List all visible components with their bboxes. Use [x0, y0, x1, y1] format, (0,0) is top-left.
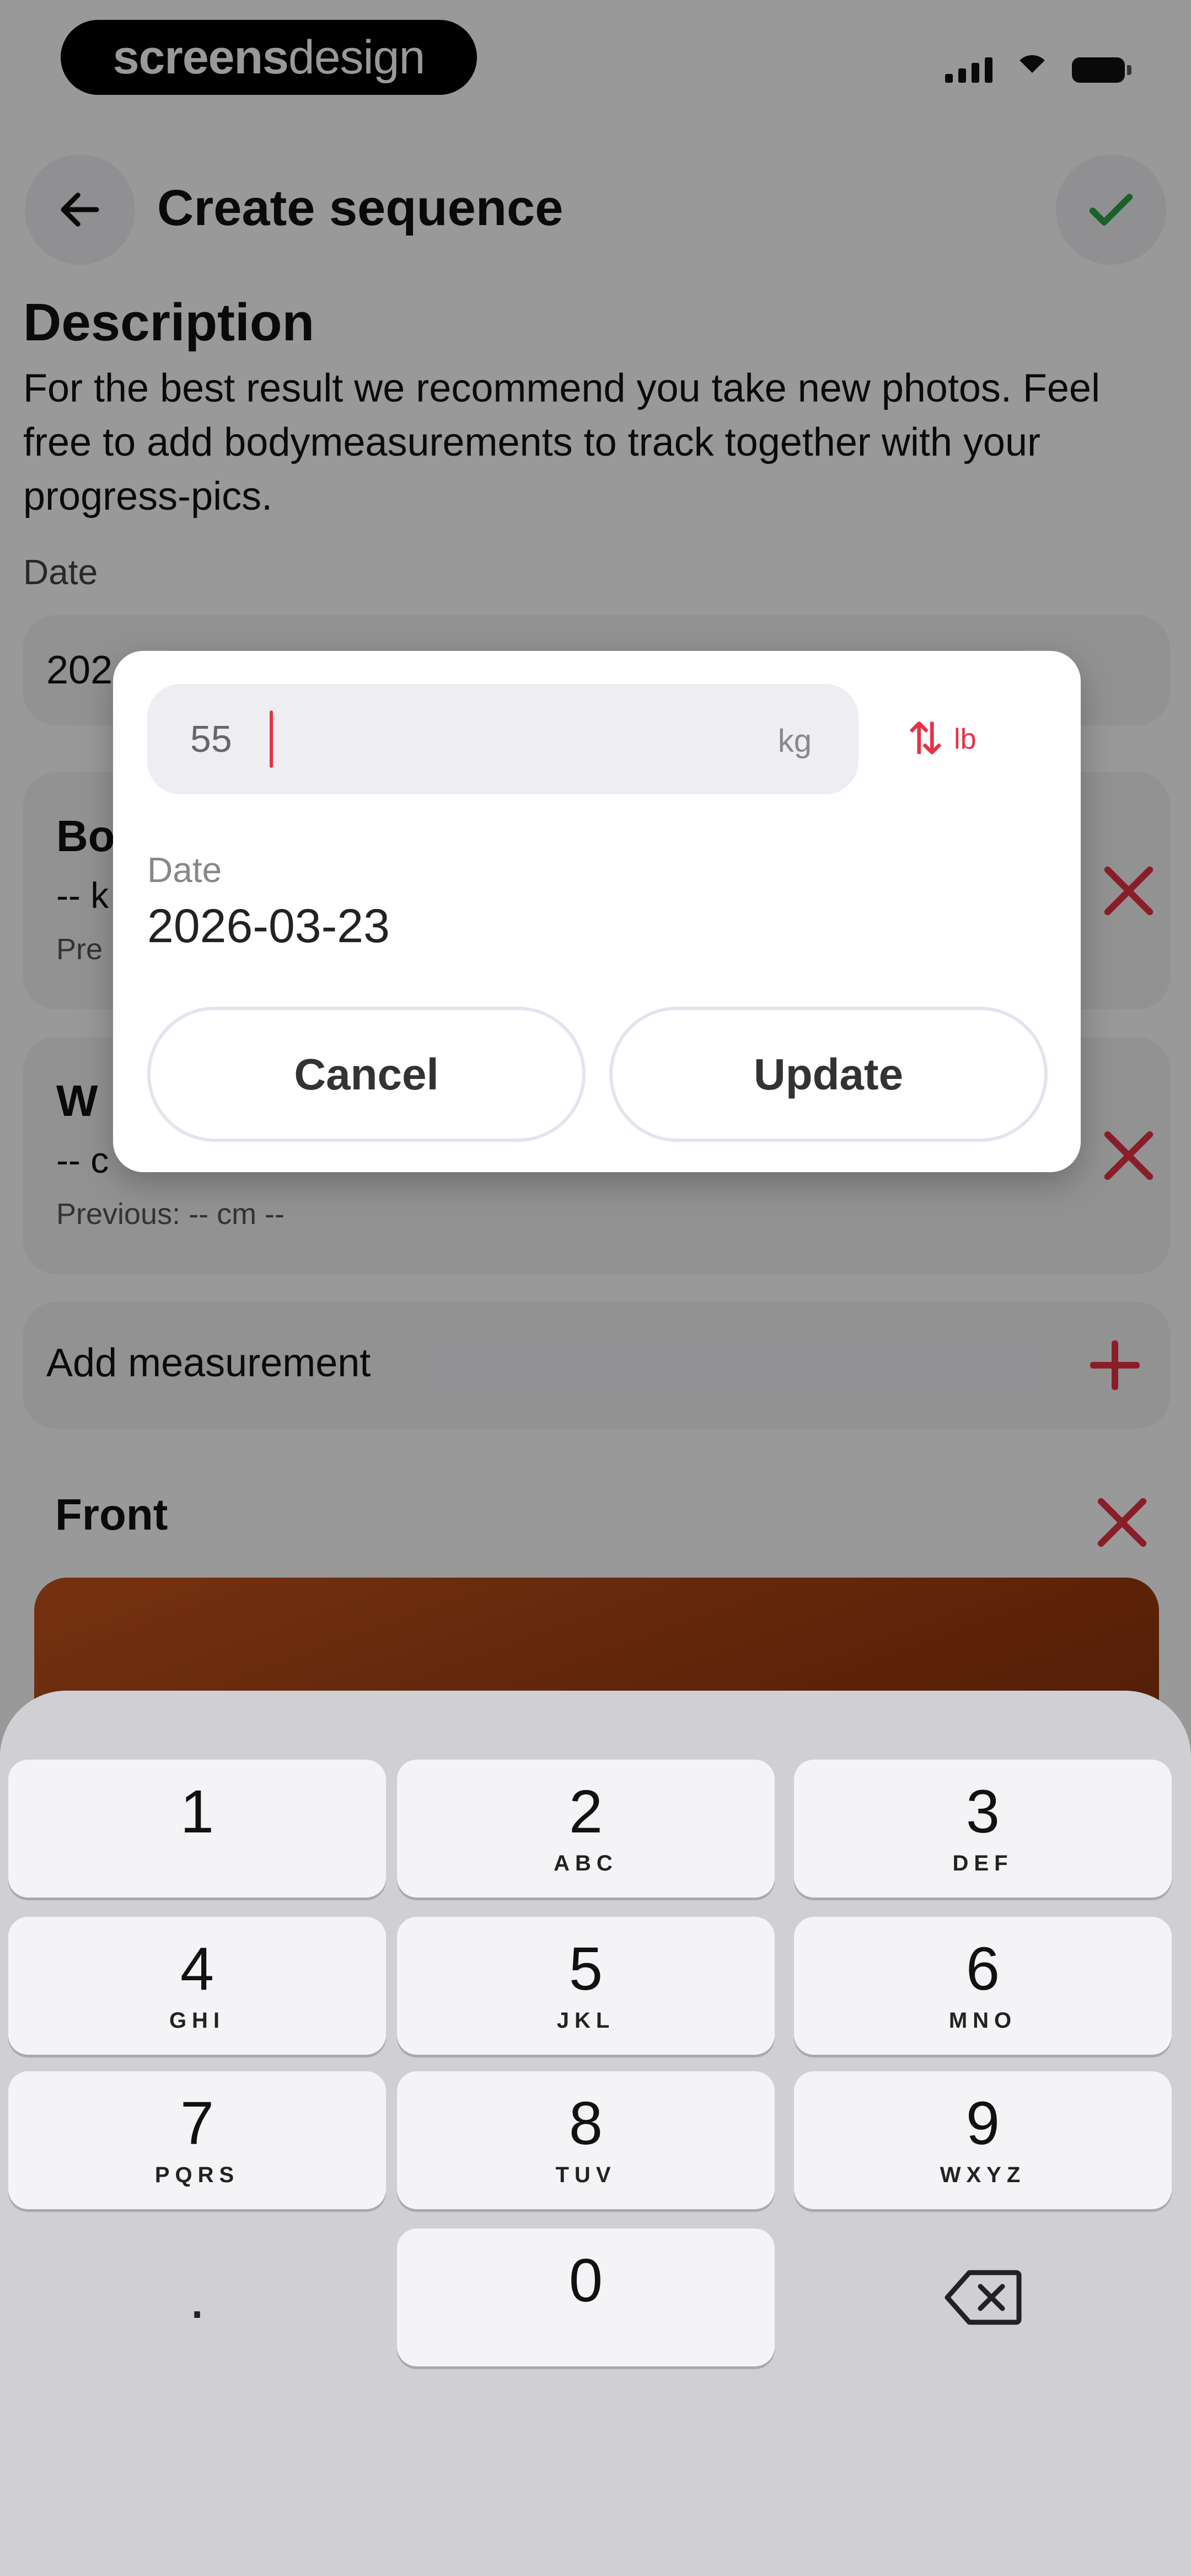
- key-0[interactable]: 0: [397, 2228, 775, 2366]
- key-decimal[interactable]: .: [8, 2228, 386, 2366]
- unit-label: kg: [777, 723, 812, 759]
- weight-field[interactable]: kg: [147, 684, 859, 794]
- alt-unit-label: lb: [954, 723, 977, 755]
- key-5[interactable]: 5 JKL: [397, 1917, 775, 2055]
- weight-dialog: kg ⇅ lb Date 2026-03-23 Cancel Update: [113, 651, 1081, 1172]
- backspace-icon: [945, 2270, 1021, 2325]
- key-8[interactable]: 8 TUV: [397, 2071, 775, 2209]
- unit-switch-button[interactable]: ⇅ lb: [907, 706, 1017, 772]
- key-7[interactable]: 7 PQRS: [8, 2071, 386, 2209]
- text-caret: [270, 710, 273, 768]
- weight-input[interactable]: [147, 684, 859, 794]
- cancel-button[interactable]: Cancel: [147, 1007, 586, 1142]
- dialog-date-label: Date: [147, 850, 222, 890]
- dialog-date-value[interactable]: 2026-03-23: [147, 899, 390, 954]
- key-6[interactable]: 6 MNO: [794, 1917, 1172, 2055]
- key-1[interactable]: 1: [8, 1760, 386, 1898]
- key-2[interactable]: 2 ABC: [397, 1760, 775, 1898]
- numeric-keypad: 1 2 ABC 3 DEF 4 GHI 5 JKL 6 MNO 7 PQRS 8 TUV 9W…: [0, 1691, 1191, 2576]
- key-4[interactable]: 4 GHI: [8, 1917, 386, 2055]
- key-9[interactable]: 9 WXYZ: [794, 2071, 1172, 2209]
- key-backspace[interactable]: [794, 2228, 1172, 2366]
- update-button[interactable]: Update: [609, 1007, 1048, 1142]
- key-3[interactable]: 3 DEF: [794, 1760, 1172, 1898]
- swap-arrows-icon: ⇅: [907, 714, 945, 763]
